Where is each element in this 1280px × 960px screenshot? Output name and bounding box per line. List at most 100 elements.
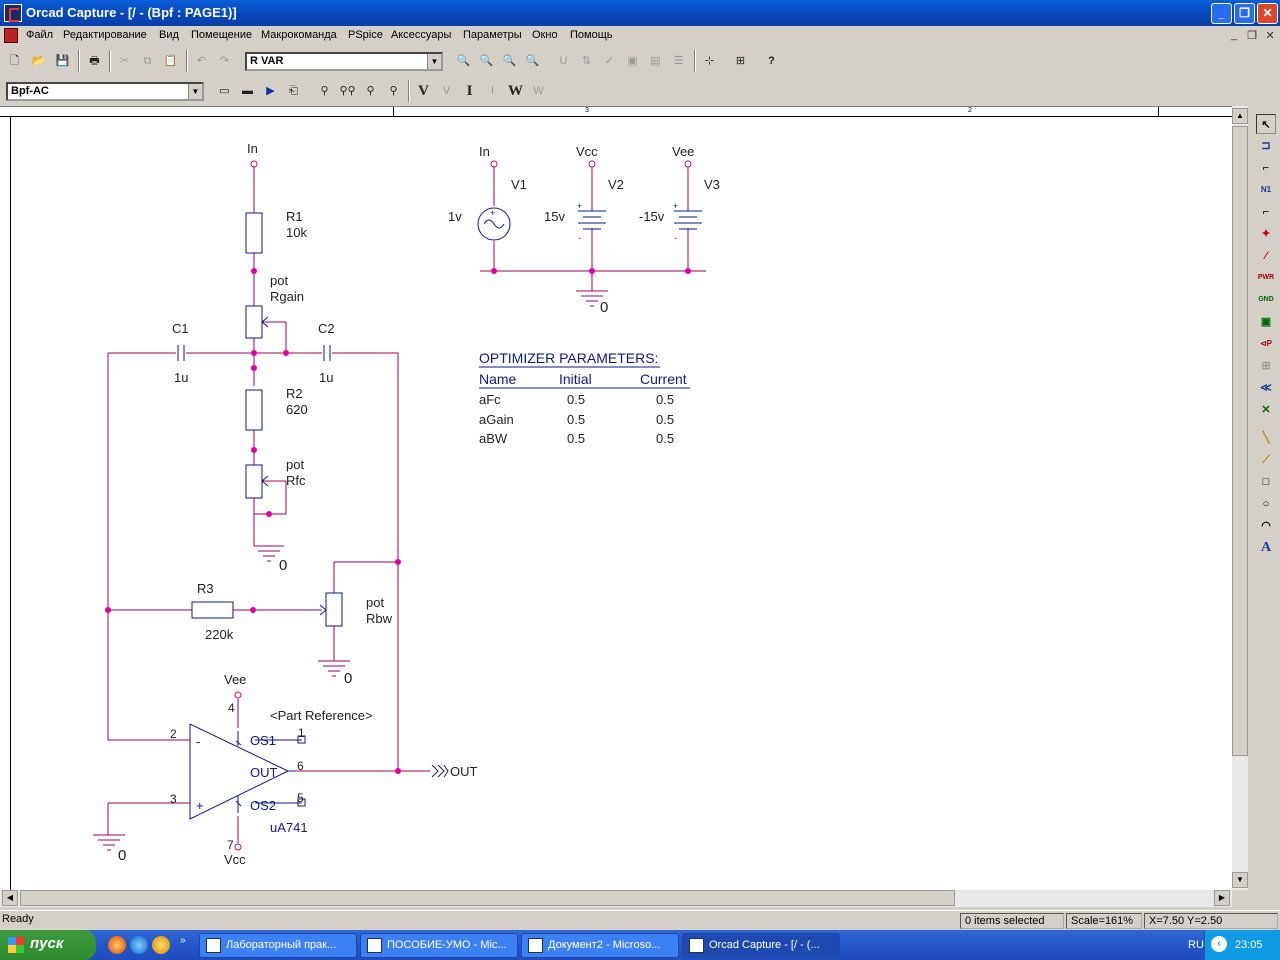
current-marker-icon[interactable]: ⚲ [360,81,381,102]
power-marker-icon[interactable]: ⚲ [383,81,404,102]
annotate-icon[interactable]: U [553,51,574,72]
place-pin-icon[interactable]: ⊞ [1256,356,1276,376]
zoom-area-icon[interactable]: 🔍 [499,51,520,72]
zoom-in-icon[interactable]: 🔍 [453,51,474,72]
place-rectangle-icon[interactable]: □ [1256,472,1276,492]
vertical-scrollbar[interactable]: ▲ ▼ [1232,106,1248,890]
scroll-up-icon[interactable]: ▲ [1232,108,1248,124]
scroll-down-icon[interactable]: ▼ [1232,872,1248,888]
view-results-icon[interactable]: ⎗ [283,81,304,102]
schematic-canvas[interactable]: 3 2 In R1 10k pot Rgain C1 1u C2 1u R2 6… [0,106,1238,890]
copy-icon[interactable]: ⧉ [137,51,158,72]
place-line-icon[interactable]: ╲ [1256,428,1276,448]
mdi-close-button[interactable]: ✕ [1262,29,1278,43]
task-button[interactable]: ПОСОБИЕ-УМО - Mic... [360,933,518,958]
place-power-icon[interactable]: PWR [1256,268,1276,288]
run-icon[interactable]: ▶ [260,81,281,102]
task-button-active[interactable]: Orcad Capture - [/ - (... [682,933,840,958]
place-ground-icon[interactable]: GND [1256,290,1276,310]
scroll-left-icon[interactable]: ◀ [2,890,18,906]
print-icon[interactable]: 🖶 [84,51,105,72]
bias-power-icon[interactable]: W [528,81,549,102]
chevron-down-icon[interactable]: ▼ [188,84,202,99]
menu-options[interactable]: Параметры [463,29,522,41]
paste-icon[interactable]: 📋 [160,51,181,72]
new-profile-icon[interactable]: ▭ [214,81,235,102]
browser-icon[interactable] [108,936,126,954]
place-offpage-icon[interactable]: ≪ [1256,378,1276,398]
place-part-icon[interactable]: ⊐ [1256,136,1276,156]
start-button[interactable]: пуск [0,930,96,960]
redo-icon[interactable]: ↷ [214,51,235,72]
bias-current-icon[interactable]: I [482,81,503,102]
horizontal-scrollbar[interactable]: ◀ ▶ [0,890,1232,907]
mdi-minimize-button[interactable]: _ [1226,29,1242,43]
snap-grid-icon[interactable]: ⊹ [699,51,720,72]
task-button[interactable]: Документ2 - Microso... [521,933,679,958]
project-manager-icon[interactable]: ⊞ [730,51,751,72]
place-text-icon[interactable]: A [1256,538,1276,558]
place-arc-icon[interactable]: ◠ [1256,516,1276,536]
show-currents-button[interactable]: I [459,81,480,102]
document-icon[interactable] [4,28,18,43]
place-ellipse-icon[interactable]: ○ [1256,494,1276,514]
menu-file[interactable]: Файл [26,29,53,41]
schematic-drawing[interactable]: In R1 10k pot Rgain C1 1u C2 1u R2 620 p… [0,107,1232,890]
language-indicator[interactable]: RU [1188,939,1204,951]
undo-icon[interactable]: ↶ [191,51,212,72]
open-icon[interactable]: 📂 [28,51,49,72]
place-hierarchical-block-icon[interactable]: ▣ [1256,312,1276,332]
vertical-scroll-thumb[interactable] [1232,126,1248,756]
orcad-app-icon[interactable] [4,4,22,22]
edit-profile-icon[interactable]: ▬ [237,81,258,102]
new-icon[interactable]: 🗋 [4,51,25,72]
scroll-right-icon[interactable]: ▶ [1214,890,1230,906]
show-power-button[interactable]: W [505,81,526,102]
drc-icon[interactable]: ✓ [599,51,620,72]
menu-view[interactable]: Вид [159,29,179,41]
back-annotate-icon[interactable]: ⇅ [576,51,597,72]
chevron-down-icon[interactable]: ▼ [427,54,441,69]
select-arrow-icon[interactable]: ↖ [1256,114,1276,134]
menu-macro[interactable]: Макрокоманда [261,29,337,41]
voltage-marker-icon[interactable]: ⚲ [314,81,335,102]
show-voltages-button[interactable]: V [413,81,434,102]
diff-marker-icon[interactable]: ⚲⚲ [337,81,358,102]
menu-accessories[interactable]: Аксессуары [391,29,451,41]
place-polyline-icon[interactable]: ⟋ [1256,450,1276,470]
menu-edit[interactable]: Редактирование [63,29,147,41]
save-icon[interactable]: 💾 [52,51,73,72]
place-junction-icon[interactable]: ✦ [1256,224,1276,244]
ie-icon[interactable] [130,936,148,954]
place-bus-icon[interactable]: ⌐ [1256,202,1276,222]
minimize-button[interactable]: _ [1211,3,1232,24]
cut-icon[interactable]: ✂ [114,51,135,72]
place-net-alias-icon[interactable]: N1 [1256,180,1276,200]
bias-voltage-icon[interactable]: V [436,81,457,102]
place-bus-entry-icon[interactable]: ⁄ [1256,246,1276,266]
part-combo[interactable]: R VAR ▼ [245,52,443,71]
zoom-out-icon[interactable]: 🔍 [476,51,497,72]
menu-pspice[interactable]: PSpice [348,29,383,41]
show-more-icon[interactable]: » [180,935,186,946]
menu-help[interactable]: Помощь [570,29,613,41]
bom-icon[interactable]: ☰ [668,51,689,72]
maximize-button[interactable]: ❐ [1234,3,1255,24]
media-player-icon[interactable] [152,936,170,954]
cross-ref-icon[interactable]: ▤ [645,51,666,72]
help-icon[interactable]: ? [761,51,782,72]
place-no-connect-icon[interactable]: ✕ [1256,400,1276,420]
simulation-profile-combo[interactable]: Bpf-AC ▼ [6,82,204,101]
netlist-icon[interactable]: ▣ [622,51,643,72]
menu-window[interactable]: Окно [532,29,558,41]
tray-expand-icon[interactable]: ‹ [1211,936,1227,952]
place-wire-icon[interactable]: ⌐ [1256,158,1276,178]
mdi-restore-button[interactable]: ❐ [1244,29,1260,43]
menu-place[interactable]: Помещение [191,29,252,41]
horizontal-scroll-thumb[interactable] [20,890,955,906]
pin-number: 7 [227,838,234,852]
close-button[interactable]: ✕ [1257,3,1278,24]
task-button[interactable]: Лабораторный прак... [199,933,357,958]
zoom-all-icon[interactable]: 🔍 [522,51,543,72]
place-port-icon[interactable]: ⊲P [1256,334,1276,354]
